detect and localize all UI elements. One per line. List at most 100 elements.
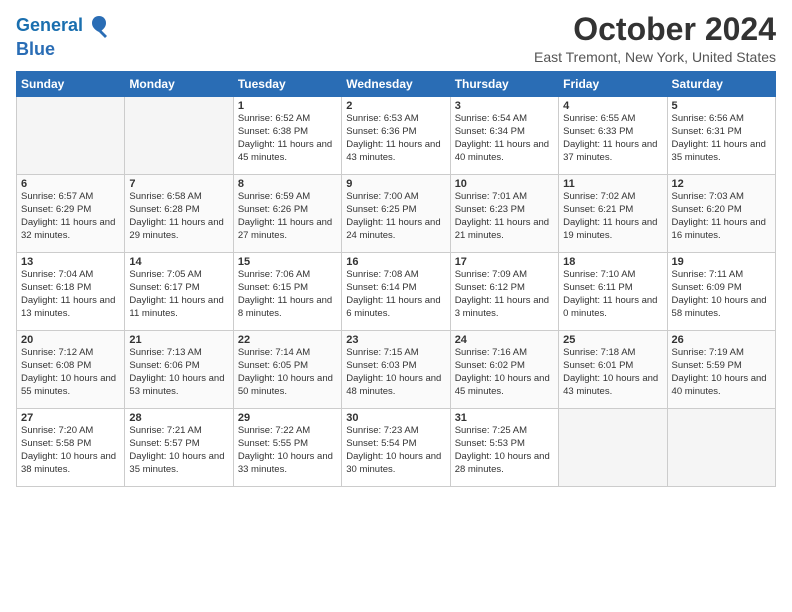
calendar-cell: 11Sunrise: 7:02 AM Sunset: 6:21 PM Dayli… — [559, 175, 667, 253]
page-container: General Blue October 2024 East Tremont, … — [0, 0, 792, 495]
day-info: Sunrise: 7:08 AM Sunset: 6:14 PM Dayligh… — [346, 269, 445, 320]
calendar-cell: 27Sunrise: 7:20 AM Sunset: 5:58 PM Dayli… — [17, 409, 125, 487]
calendar-cell: 9Sunrise: 7:00 AM Sunset: 6:25 PM Daylig… — [342, 175, 450, 253]
calendar-week-4: 27Sunrise: 7:20 AM Sunset: 5:58 PM Dayli… — [17, 409, 776, 487]
day-number: 29 — [238, 412, 337, 424]
weekday-header-wednesday: Wednesday — [342, 72, 450, 97]
calendar-header-row: SundayMondayTuesdayWednesdayThursdayFrid… — [17, 72, 776, 97]
calendar-cell: 5Sunrise: 6:56 AM Sunset: 6:31 PM Daylig… — [667, 97, 775, 175]
day-number: 10 — [455, 178, 554, 190]
day-info: Sunrise: 7:14 AM Sunset: 6:05 PM Dayligh… — [238, 347, 337, 398]
calendar-cell: 1Sunrise: 6:52 AM Sunset: 6:38 PM Daylig… — [233, 97, 341, 175]
calendar-cell: 17Sunrise: 7:09 AM Sunset: 6:12 PM Dayli… — [450, 253, 558, 331]
calendar-week-3: 20Sunrise: 7:12 AM Sunset: 6:08 PM Dayli… — [17, 331, 776, 409]
day-info: Sunrise: 7:23 AM Sunset: 5:54 PM Dayligh… — [346, 425, 445, 476]
calendar-cell: 20Sunrise: 7:12 AM Sunset: 6:08 PM Dayli… — [17, 331, 125, 409]
day-number: 2 — [346, 100, 445, 112]
weekday-header-thursday: Thursday — [450, 72, 558, 97]
day-info: Sunrise: 6:59 AM Sunset: 6:26 PM Dayligh… — [238, 191, 337, 242]
day-info: Sunrise: 7:11 AM Sunset: 6:09 PM Dayligh… — [672, 269, 771, 320]
day-number: 6 — [21, 178, 120, 190]
day-number: 25 — [563, 334, 662, 346]
day-info: Sunrise: 7:22 AM Sunset: 5:55 PM Dayligh… — [238, 425, 337, 476]
calendar-cell: 19Sunrise: 7:11 AM Sunset: 6:09 PM Dayli… — [667, 253, 775, 331]
calendar-cell: 31Sunrise: 7:25 AM Sunset: 5:53 PM Dayli… — [450, 409, 558, 487]
calendar-cell: 8Sunrise: 6:59 AM Sunset: 6:26 PM Daylig… — [233, 175, 341, 253]
calendar-cell: 13Sunrise: 7:04 AM Sunset: 6:18 PM Dayli… — [17, 253, 125, 331]
day-number: 28 — [129, 412, 228, 424]
calendar-table: SundayMondayTuesdayWednesdayThursdayFrid… — [16, 71, 776, 487]
logo: General Blue — [16, 12, 113, 60]
day-number: 31 — [455, 412, 554, 424]
day-number: 27 — [21, 412, 120, 424]
day-number: 11 — [563, 178, 662, 190]
day-number: 21 — [129, 334, 228, 346]
day-info: Sunrise: 7:19 AM Sunset: 5:59 PM Dayligh… — [672, 347, 771, 398]
calendar-cell: 7Sunrise: 6:58 AM Sunset: 6:28 PM Daylig… — [125, 175, 233, 253]
day-number: 26 — [672, 334, 771, 346]
calendar-cell: 16Sunrise: 7:08 AM Sunset: 6:14 PM Dayli… — [342, 253, 450, 331]
day-info: Sunrise: 6:56 AM Sunset: 6:31 PM Dayligh… — [672, 113, 771, 164]
calendar-cell: 3Sunrise: 6:54 AM Sunset: 6:34 PM Daylig… — [450, 97, 558, 175]
day-number: 9 — [346, 178, 445, 190]
weekday-header-friday: Friday — [559, 72, 667, 97]
day-info: Sunrise: 7:25 AM Sunset: 5:53 PM Dayligh… — [455, 425, 554, 476]
day-number: 17 — [455, 256, 554, 268]
header: General Blue October 2024 East Tremont, … — [16, 12, 776, 65]
day-number: 13 — [21, 256, 120, 268]
day-number: 19 — [672, 256, 771, 268]
day-number: 3 — [455, 100, 554, 112]
calendar-cell — [125, 97, 233, 175]
day-info: Sunrise: 7:13 AM Sunset: 6:06 PM Dayligh… — [129, 347, 228, 398]
calendar-cell: 12Sunrise: 7:03 AM Sunset: 6:20 PM Dayli… — [667, 175, 775, 253]
calendar-cell: 23Sunrise: 7:15 AM Sunset: 6:03 PM Dayli… — [342, 331, 450, 409]
day-info: Sunrise: 7:04 AM Sunset: 6:18 PM Dayligh… — [21, 269, 120, 320]
day-number: 24 — [455, 334, 554, 346]
day-info: Sunrise: 6:54 AM Sunset: 6:34 PM Dayligh… — [455, 113, 554, 164]
calendar-cell: 24Sunrise: 7:16 AM Sunset: 6:02 PM Dayli… — [450, 331, 558, 409]
calendar-cell: 10Sunrise: 7:01 AM Sunset: 6:23 PM Dayli… — [450, 175, 558, 253]
day-info: Sunrise: 6:52 AM Sunset: 6:38 PM Dayligh… — [238, 113, 337, 164]
day-info: Sunrise: 7:09 AM Sunset: 6:12 PM Dayligh… — [455, 269, 554, 320]
calendar-cell: 25Sunrise: 7:18 AM Sunset: 6:01 PM Dayli… — [559, 331, 667, 409]
day-number: 22 — [238, 334, 337, 346]
day-info: Sunrise: 7:20 AM Sunset: 5:58 PM Dayligh… — [21, 425, 120, 476]
logo-text: General — [16, 16, 83, 36]
month-title: October 2024 — [534, 12, 776, 47]
day-info: Sunrise: 7:10 AM Sunset: 6:11 PM Dayligh… — [563, 269, 662, 320]
day-number: 14 — [129, 256, 228, 268]
calendar-body: 1Sunrise: 6:52 AM Sunset: 6:38 PM Daylig… — [17, 97, 776, 487]
weekday-header-sunday: Sunday — [17, 72, 125, 97]
calendar-cell — [17, 97, 125, 175]
day-number: 5 — [672, 100, 771, 112]
calendar-cell: 22Sunrise: 7:14 AM Sunset: 6:05 PM Dayli… — [233, 331, 341, 409]
day-info: Sunrise: 7:21 AM Sunset: 5:57 PM Dayligh… — [129, 425, 228, 476]
calendar-cell: 29Sunrise: 7:22 AM Sunset: 5:55 PM Dayli… — [233, 409, 341, 487]
day-number: 23 — [346, 334, 445, 346]
day-info: Sunrise: 7:03 AM Sunset: 6:20 PM Dayligh… — [672, 191, 771, 242]
day-number: 7 — [129, 178, 228, 190]
day-number: 1 — [238, 100, 337, 112]
calendar-cell: 21Sunrise: 7:13 AM Sunset: 6:06 PM Dayli… — [125, 331, 233, 409]
day-info: Sunrise: 6:58 AM Sunset: 6:28 PM Dayligh… — [129, 191, 228, 242]
weekday-header-tuesday: Tuesday — [233, 72, 341, 97]
day-number: 15 — [238, 256, 337, 268]
calendar-cell: 18Sunrise: 7:10 AM Sunset: 6:11 PM Dayli… — [559, 253, 667, 331]
day-number: 16 — [346, 256, 445, 268]
calendar-cell: 4Sunrise: 6:55 AM Sunset: 6:33 PM Daylig… — [559, 97, 667, 175]
day-info: Sunrise: 7:02 AM Sunset: 6:21 PM Dayligh… — [563, 191, 662, 242]
day-info: Sunrise: 7:16 AM Sunset: 6:02 PM Dayligh… — [455, 347, 554, 398]
calendar-cell: 15Sunrise: 7:06 AM Sunset: 6:15 PM Dayli… — [233, 253, 341, 331]
day-info: Sunrise: 7:00 AM Sunset: 6:25 PM Dayligh… — [346, 191, 445, 242]
logo-blue-text: Blue — [16, 40, 55, 60]
day-info: Sunrise: 6:57 AM Sunset: 6:29 PM Dayligh… — [21, 191, 120, 242]
day-number: 18 — [563, 256, 662, 268]
calendar-cell: 30Sunrise: 7:23 AM Sunset: 5:54 PM Dayli… — [342, 409, 450, 487]
day-info: Sunrise: 7:18 AM Sunset: 6:01 PM Dayligh… — [563, 347, 662, 398]
calendar-cell: 2Sunrise: 6:53 AM Sunset: 6:36 PM Daylig… — [342, 97, 450, 175]
calendar-cell: 28Sunrise: 7:21 AM Sunset: 5:57 PM Dayli… — [125, 409, 233, 487]
weekday-header-monday: Monday — [125, 72, 233, 97]
day-number: 20 — [21, 334, 120, 346]
day-info: Sunrise: 7:15 AM Sunset: 6:03 PM Dayligh… — [346, 347, 445, 398]
day-info: Sunrise: 6:53 AM Sunset: 6:36 PM Dayligh… — [346, 113, 445, 164]
